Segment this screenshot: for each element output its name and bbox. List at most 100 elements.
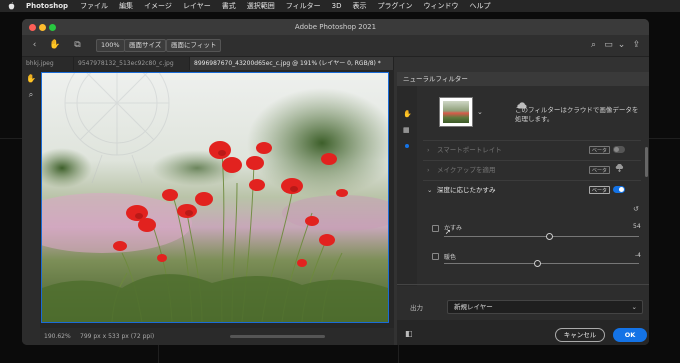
search-icon[interactable]: ⌕ xyxy=(588,40,599,51)
document-info[interactable]: 799 px x 533 px (72 ppi) xyxy=(80,328,154,345)
haze-slider-track[interactable] xyxy=(444,236,639,237)
chevron-down-icon[interactable]: ⌄ xyxy=(616,40,627,51)
preview-thumbnail[interactable] xyxy=(439,97,473,127)
workspace-icon[interactable]: ▭ xyxy=(603,40,614,51)
filter-label: スマートポートレイト xyxy=(437,146,502,154)
desktop-gridline xyxy=(649,138,680,139)
compare-view-icon[interactable]: ◧ xyxy=(405,329,415,339)
slider-value[interactable]: 54 xyxy=(633,223,641,230)
desktop-gridline xyxy=(0,138,22,139)
minimize-window-button[interactable] xyxy=(39,24,46,31)
desktop-gridline xyxy=(158,345,159,363)
hand-tool-icon[interactable]: ✋ xyxy=(403,110,412,118)
warmth-checkbox[interactable] xyxy=(432,253,439,260)
filter-toggle[interactable] xyxy=(613,146,625,153)
hand-tool-icon[interactable]: ✋ xyxy=(49,40,60,51)
document-tabs: bhkj.jpeg 9547978132_513ec92c80_c.jpg 89… xyxy=(22,57,394,70)
menu-view[interactable]: 表示 xyxy=(352,1,366,11)
chevron-down-icon: ⌄ xyxy=(631,303,637,311)
menu-plugins[interactable]: プラグイン xyxy=(377,1,412,11)
menu-select[interactable]: 選択範囲 xyxy=(247,1,275,11)
window-title: Adobe Photoshop 2021 xyxy=(294,23,377,31)
chevron-down-icon[interactable]: ⌄ xyxy=(477,108,483,116)
hand-tool-icon[interactable]: ✋ xyxy=(26,74,36,84)
beta-badge: ベータ xyxy=(589,186,611,194)
warmth-slider-knob[interactable] xyxy=(534,260,542,267)
menubar-app-name[interactable]: Photoshop xyxy=(26,2,68,10)
haze-slider-knob[interactable] xyxy=(545,233,553,240)
filter-toggle[interactable] xyxy=(613,186,625,193)
desktop-gridline xyxy=(398,345,399,363)
filter-label: 深度に応じたかすみ xyxy=(437,186,496,194)
photoshop-window: Adobe Photoshop 2021 ‹ ✋ ⧉ 100% 画面サイズ 画面… xyxy=(22,19,649,345)
cloud-icon xyxy=(517,94,527,109)
mac-menubar: Photoshop ファイル 編集 イメージ レイヤー 書式 選択範囲 フィルタ… xyxy=(0,0,680,12)
menu-window[interactable]: ウィンドウ xyxy=(423,1,458,11)
canvas-area xyxy=(40,70,394,328)
share-icon[interactable]: ⇪ xyxy=(631,40,642,51)
document-canvas[interactable] xyxy=(41,72,389,323)
menu-3d[interactable]: 3D xyxy=(332,2,342,10)
panel-scrollbar[interactable] xyxy=(645,147,648,177)
reset-icon[interactable]: ↺ xyxy=(633,205,639,213)
menu-filter[interactable]: フィルター xyxy=(286,1,321,11)
active-indicator-dot xyxy=(405,144,409,148)
cloud-download-icon[interactable] xyxy=(615,163,625,174)
window-titlebar: Adobe Photoshop 2021 xyxy=(22,19,649,35)
output-select[interactable]: 新規レイヤー ⌄ xyxy=(447,300,643,314)
zoom-100-button[interactable]: 100% xyxy=(96,39,125,52)
output-row: 出力 新規レイヤー ⌄ xyxy=(397,298,649,316)
close-window-button[interactable] xyxy=(29,24,36,31)
menu-image[interactable]: イメージ xyxy=(144,1,172,11)
fill-screen-button[interactable]: 画面にフィット xyxy=(166,39,222,52)
neural-filters-panel: ニューラルフィルター ✋ ▦ ⌄ このフィルターはクラウドで画像データを処理しま… xyxy=(397,72,649,345)
menu-edit[interactable]: 編集 xyxy=(119,1,133,11)
status-bar: 190.62% 799 px x 533 px (72 ppi) xyxy=(40,328,394,345)
horizontal-scrollbar[interactable] xyxy=(230,335,325,338)
divider xyxy=(397,284,649,285)
desktop: Photoshop ファイル 編集 イメージ レイヤー 書式 選択範囲 フィルタ… xyxy=(0,0,680,363)
haze-checkbox[interactable] xyxy=(432,225,439,232)
menu-help[interactable]: ヘルプ xyxy=(469,1,490,11)
beta-badge: ベータ xyxy=(589,166,611,174)
options-bar: ‹ ✋ ⧉ 100% 画面サイズ 画面にフィット ⌕ ▭ ⌄ ⇪ xyxy=(22,35,649,57)
layer-mask-icon[interactable]: ▦ xyxy=(403,126,411,134)
menu-layer[interactable]: レイヤー xyxy=(183,1,211,11)
tab-document-1[interactable]: bhkj.jpeg xyxy=(22,57,74,70)
menu-file[interactable]: ファイル xyxy=(80,1,108,11)
fit-screen-button[interactable]: 画面サイズ xyxy=(124,39,167,52)
filter-row-smart-portrait[interactable]: › スマートポートレイト ベータ xyxy=(423,144,641,157)
panel-footer: ◧ キャンセル OK xyxy=(397,320,649,345)
warmth-slider-track[interactable] xyxy=(444,263,639,264)
filter-row-makeup-transfer[interactable]: › メイクアップを適用 ベータ xyxy=(423,163,641,177)
chevron-down-icon: ⌄ xyxy=(427,186,433,194)
panel-tool-strip: ✋ ▦ xyxy=(397,86,417,286)
filter-row-depth-blur[interactable]: ⌄ 深度に応じたかすみ ベータ xyxy=(423,184,641,197)
scroll-all-windows-icon[interactable]: ⧉ xyxy=(72,40,83,51)
cloud-description: このフィルターはクラウドで画像データを処理します。 xyxy=(515,106,639,123)
divider xyxy=(423,160,641,161)
menu-type[interactable]: 書式 xyxy=(222,1,236,11)
mouse-cursor-icon: ➚ xyxy=(445,228,451,236)
output-value: 新規レイヤー xyxy=(454,303,493,311)
panel-title: ニューラルフィルター xyxy=(397,72,649,86)
tab-document-3[interactable]: 8996987670_43200d65ec_c.jpg @ 191% (レイヤー… xyxy=(190,57,394,70)
tool-column: ✋ ⌕ xyxy=(22,70,40,345)
divider xyxy=(423,140,641,141)
cancel-button[interactable]: キャンセル xyxy=(555,328,605,342)
chevron-right-icon: › xyxy=(427,146,430,154)
zoom-readout[interactable]: 190.62% xyxy=(44,328,71,345)
slider-value[interactable]: -4 xyxy=(635,252,641,259)
filter-label: メイクアップを適用 xyxy=(437,166,496,174)
zoom-tool-icon[interactable]: ⌕ xyxy=(26,90,36,100)
beta-badge: ベータ xyxy=(589,146,611,154)
tab-document-2[interactable]: 9547978132_513ec92c80_c.jpg xyxy=(74,57,190,70)
poppy-photo xyxy=(42,73,388,322)
ok-button[interactable]: OK xyxy=(613,328,647,342)
chevron-right-icon: › xyxy=(427,166,430,174)
back-icon[interactable]: ‹ xyxy=(29,40,40,51)
zoom-window-button[interactable] xyxy=(49,24,56,31)
divider xyxy=(423,180,641,181)
slider-label: 暖色 xyxy=(444,254,457,261)
apple-icon[interactable] xyxy=(8,2,16,10)
